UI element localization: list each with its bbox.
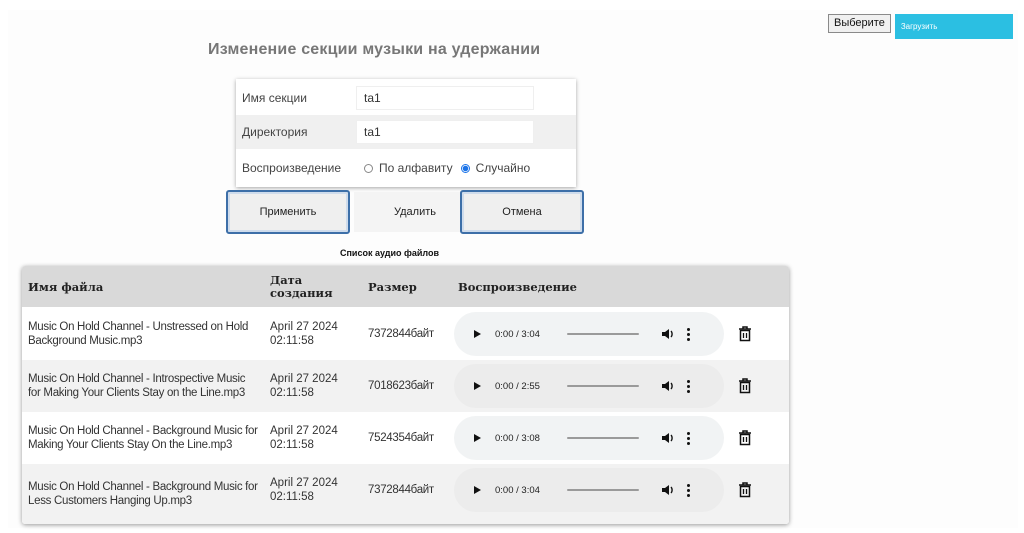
file-date: April 27 2024 02:11:58	[270, 321, 338, 347]
file-date: April 27 2024 02:11:58	[270, 477, 338, 503]
radio-alphabetical[interactable]	[364, 163, 373, 173]
volume-icon[interactable]	[661, 431, 675, 445]
upload-button[interactable]: Загрузить	[894, 14, 1013, 39]
table-row: Music On Hold Channel - Background Music…	[22, 412, 789, 464]
trash-icon[interactable]	[738, 482, 752, 498]
playback-radio-group: По алфавиту Случайно	[356, 161, 530, 175]
player-time: 0:00 / 2:55	[495, 380, 540, 392]
apply-button[interactable]: Применить	[226, 190, 350, 234]
volume-icon[interactable]	[661, 327, 675, 341]
radio-random[interactable]	[460, 163, 470, 173]
progress-slider[interactable]	[567, 333, 639, 335]
file-name: Music On Hold Channel - Background Music…	[28, 425, 258, 451]
delete-button[interactable]: Удалить	[354, 192, 476, 232]
more-options-icon[interactable]	[687, 483, 690, 497]
audio-player: 0:00 / 2:55	[454, 364, 724, 408]
cancel-button[interactable]: Отмена	[460, 190, 584, 234]
directory-input[interactable]	[356, 120, 534, 144]
trash-icon[interactable]	[738, 430, 752, 446]
playback-label: Воспроизведение	[242, 161, 342, 175]
audio-player: 0:00 / 3:04	[454, 468, 724, 512]
file-date: April 27 2024 02:11:58	[270, 373, 338, 399]
section-form: Имя секции Директория Воспроизведение По…	[236, 79, 576, 187]
header-size: Размер	[368, 279, 417, 294]
more-options-icon[interactable]	[687, 431, 690, 445]
page-title: Изменение секции музыки на удержании	[208, 41, 541, 58]
radio-random-label: Случайно	[475, 161, 531, 175]
play-icon[interactable]	[474, 382, 481, 390]
player-time: 0:00 / 3:04	[495, 328, 540, 340]
playback-row: Воспроизведение По алфавиту Случайно	[236, 151, 576, 185]
header-playback: Воспроизведение	[458, 279, 577, 294]
progress-slider[interactable]	[567, 385, 639, 387]
file-name: Music On Hold Channel - Background Music…	[28, 481, 258, 507]
table-row: Music On Hold Channel - Introspective Mu…	[22, 360, 789, 412]
play-icon[interactable]	[474, 486, 481, 494]
audio-list-title: Список аудио файлов	[340, 248, 440, 258]
header-file-name: Имя файла	[28, 279, 104, 294]
section-name-row: Имя секции	[236, 81, 576, 115]
progress-slider[interactable]	[567, 489, 639, 491]
directory-row: Директория	[236, 115, 576, 149]
directory-label: Директория	[242, 125, 308, 139]
header-date: Дата создания	[270, 272, 333, 300]
file-name: Music On Hold Channel - Introspective Mu…	[28, 373, 246, 399]
trash-icon[interactable]	[738, 326, 752, 342]
more-options-icon[interactable]	[687, 379, 690, 393]
file-size: 7372844байт	[368, 328, 434, 340]
volume-icon[interactable]	[661, 483, 675, 497]
file-name: Music On Hold Channel - Unstressed on Ho…	[28, 321, 249, 347]
section-name-label: Имя секции	[242, 91, 307, 105]
more-options-icon[interactable]	[687, 327, 690, 341]
audio-player: 0:00 / 3:08	[454, 416, 724, 460]
file-size: 7372844байт	[368, 484, 434, 496]
audio-player: 0:00 / 3:04	[454, 312, 724, 356]
play-icon[interactable]	[474, 330, 481, 338]
upload-area: Выберите Загрузить	[828, 14, 1013, 39]
table-row: Music On Hold Channel - Unstressed on Ho…	[22, 308, 789, 360]
file-size: 7018623байт	[368, 380, 434, 392]
radio-alphabetical-label: По алфавиту	[379, 161, 453, 175]
audio-files-table: Имя файла Дата создания Размер Воспроизв…	[22, 266, 789, 524]
player-time: 0:00 / 3:08	[495, 432, 540, 444]
choose-file-button[interactable]: Выберите	[828, 14, 891, 33]
progress-slider[interactable]	[567, 437, 639, 439]
file-date: April 27 2024 02:11:58	[270, 425, 338, 451]
trash-icon[interactable]	[738, 378, 752, 394]
volume-icon[interactable]	[661, 379, 675, 393]
play-icon[interactable]	[474, 434, 481, 442]
section-name-input[interactable]	[356, 86, 534, 110]
player-time: 0:00 / 3:04	[495, 484, 540, 496]
file-size: 7524354байт	[368, 432, 434, 444]
table-row: Music On Hold Channel - Background Music…	[22, 464, 789, 524]
table-header: Имя файла Дата создания Размер Воспроизв…	[22, 266, 789, 307]
